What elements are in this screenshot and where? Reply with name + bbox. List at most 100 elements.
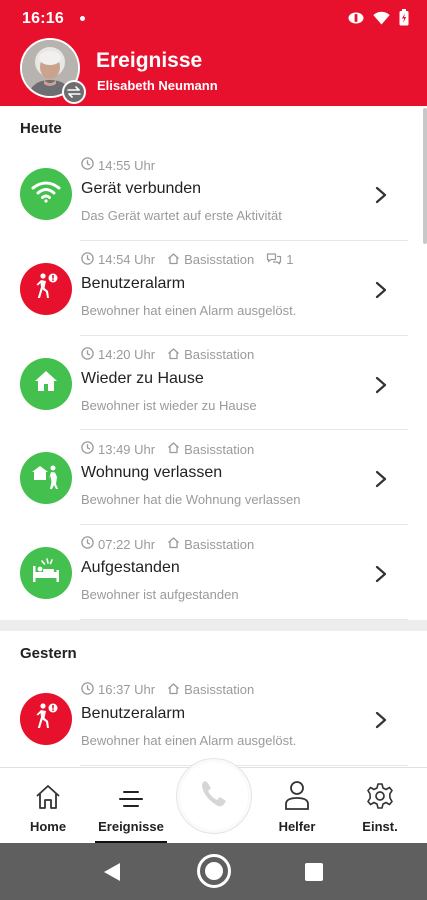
recent-apps-button[interactable] [305, 863, 323, 881]
event-time: 14:20 Uhr [81, 346, 156, 363]
event-meta: 14:20 Uhr Basisstation [81, 346, 254, 364]
nav-helpers[interactable]: Helfer [270, 768, 324, 844]
event-location-text: Basisstation [184, 441, 255, 457]
event-type-badge [20, 168, 72, 220]
event-meta: 14:55 Uhr [81, 156, 155, 174]
nav-events[interactable]: Ereignisse [92, 768, 170, 844]
event-title: Gerät verbunden [81, 180, 202, 197]
house-small-icon [167, 682, 180, 698]
event-time: 07:22 Uhr [81, 536, 155, 552]
event-location-text: Basisstation [184, 682, 255, 698]
home-nav-icon [34, 780, 62, 810]
eye-icon [348, 11, 364, 30]
scrollbar[interactable] [423, 108, 427, 244]
event-location: Basisstation [167, 536, 254, 552]
page-title: Ereignisse [96, 49, 203, 72]
gear-icon [366, 780, 394, 810]
system-navigation-bar [0, 843, 427, 900]
yesterday-events: 16:37 Uhr Basisstation Benutzeralarm Bewohn… [0, 671, 427, 767]
switch-user-badge[interactable] [62, 80, 86, 104]
chevron-right-icon[interactable] [375, 281, 387, 304]
clock-icon [81, 536, 94, 552]
event-item[interactable]: 07:22 Uhr Basisstation Aufgestanden Bewohne… [0, 525, 427, 620]
event-description: Bewohner hat die Wohnung verlassen [81, 492, 301, 508]
nav-events-label: Ereignisse [98, 819, 164, 834]
house-small-icon [167, 347, 180, 363]
event-description: Bewohner hat einen Alarm ausgelöst. [81, 732, 297, 748]
event-time-text: 14:20 Uhr [98, 347, 156, 363]
event-description: Bewohner hat einen Alarm ausgelöst. [81, 302, 297, 318]
event-meta: 13:49 Uhr Basisstation [81, 440, 254, 458]
section-header-today: Heute [20, 120, 62, 137]
nav-settings[interactable]: Einst. [350, 768, 410, 844]
event-title: Benutzeralarm [81, 274, 186, 292]
nav-helpers-label: Helfer [278, 819, 316, 834]
event-location: Basisstation [167, 252, 254, 268]
event-meta: 07:22 Uhr Basisstation [81, 535, 254, 553]
event-title: Wieder zu Hause [81, 369, 204, 387]
swap-icon [64, 82, 84, 102]
event-title: Aufgestanden [81, 559, 180, 577]
comments-icon [266, 252, 282, 268]
event-description: Bewohner ist wieder zu Hause [81, 397, 257, 413]
bottom-navigation: Home Ereignisse Helfer Einst. [0, 758, 427, 844]
events-list[interactable]: Heute 14:55 Uhr Gerät verbunden Das Gerät … [0, 106, 427, 767]
event-type-badge [20, 357, 72, 410]
chevron-right-icon[interactable] [375, 470, 387, 493]
event-meta: 14:54 Uhr Basisstation 1 [81, 251, 293, 269]
event-description: Das Gerät wartet auf erste Aktivität [81, 208, 282, 223]
chevron-right-icon[interactable] [375, 376, 387, 399]
house-small-icon [167, 441, 180, 457]
event-item[interactable]: 13:49 Uhr Basisstation Wohnung verlassen Be… [0, 430, 427, 526]
event-location-text: Basisstation [184, 536, 255, 552]
event-description: Bewohner ist aufgestanden [81, 587, 239, 603]
event-time-text: 13:49 Uhr [98, 441, 156, 457]
chevron-right-icon[interactable] [375, 711, 387, 734]
clock-icon [81, 346, 94, 363]
event-time-text: 07:22 Uhr [98, 536, 156, 552]
event-time: 16:37 Uhr [81, 682, 155, 698]
nav-home-label: Home [29, 819, 67, 834]
event-meta: 16:37 Uhr Basisstation [81, 681, 254, 699]
event-item[interactable]: 14:54 Uhr Basisstation 1 Benutzeralarm Bewoh… [0, 241, 427, 336]
section-divider [0, 619, 427, 631]
alarm-person-icon [31, 271, 61, 306]
system-home-button[interactable] [197, 854, 231, 888]
event-item[interactable]: 14:20 Uhr Basisstation Wieder zu Hause Bewo… [0, 336, 427, 431]
event-time: 14:54 Uhr [81, 252, 155, 268]
nav-home[interactable]: Home [18, 768, 78, 844]
events-list-icon [117, 780, 145, 810]
status-icons [348, 9, 409, 31]
bed-icon [30, 557, 62, 589]
back-icon[interactable] [103, 862, 121, 887]
clock-icon [81, 441, 94, 457]
clock-icon [81, 157, 94, 173]
event-item[interactable]: 14:55 Uhr Gerät verbunden Das Gerät wartet… [0, 146, 427, 241]
phone-icon [196, 776, 232, 817]
avatar-button[interactable] [20, 38, 86, 104]
event-location-text: Basisstation [184, 252, 255, 268]
event-item[interactable]: 16:37 Uhr Basisstation Benutzeralarm Bewohn… [0, 671, 427, 766]
app-header: 16:16 Ereignisse Elisabeth Neumann [0, 0, 427, 106]
event-time-text: 14:55 Uhr [98, 157, 156, 173]
status-bar: 16:16 [0, 0, 427, 36]
event-location: Basisstation [167, 682, 254, 698]
alarm-person-icon [31, 701, 61, 736]
event-location: Basisstation [167, 347, 254, 363]
wifi-signal-icon [373, 11, 390, 30]
call-button[interactable] [176, 758, 252, 834]
person-icon [284, 780, 310, 810]
home-dot-icon [205, 862, 223, 880]
status-time: 16:16 [22, 10, 64, 27]
chevron-right-icon[interactable] [375, 186, 387, 209]
event-comment-count: 1 [286, 252, 294, 268]
event-type-badge [20, 547, 72, 600]
chevron-right-icon[interactable] [375, 565, 387, 588]
event-location: Basisstation [167, 441, 254, 457]
home-icon [33, 369, 59, 398]
event-title: Benutzeralarm [81, 704, 186, 722]
event-time-text: 16:37 Uhr [98, 682, 156, 698]
event-time-text: 14:54 Uhr [98, 252, 156, 268]
event-time: 13:49 Uhr [81, 441, 155, 457]
event-type-badge [20, 692, 72, 745]
